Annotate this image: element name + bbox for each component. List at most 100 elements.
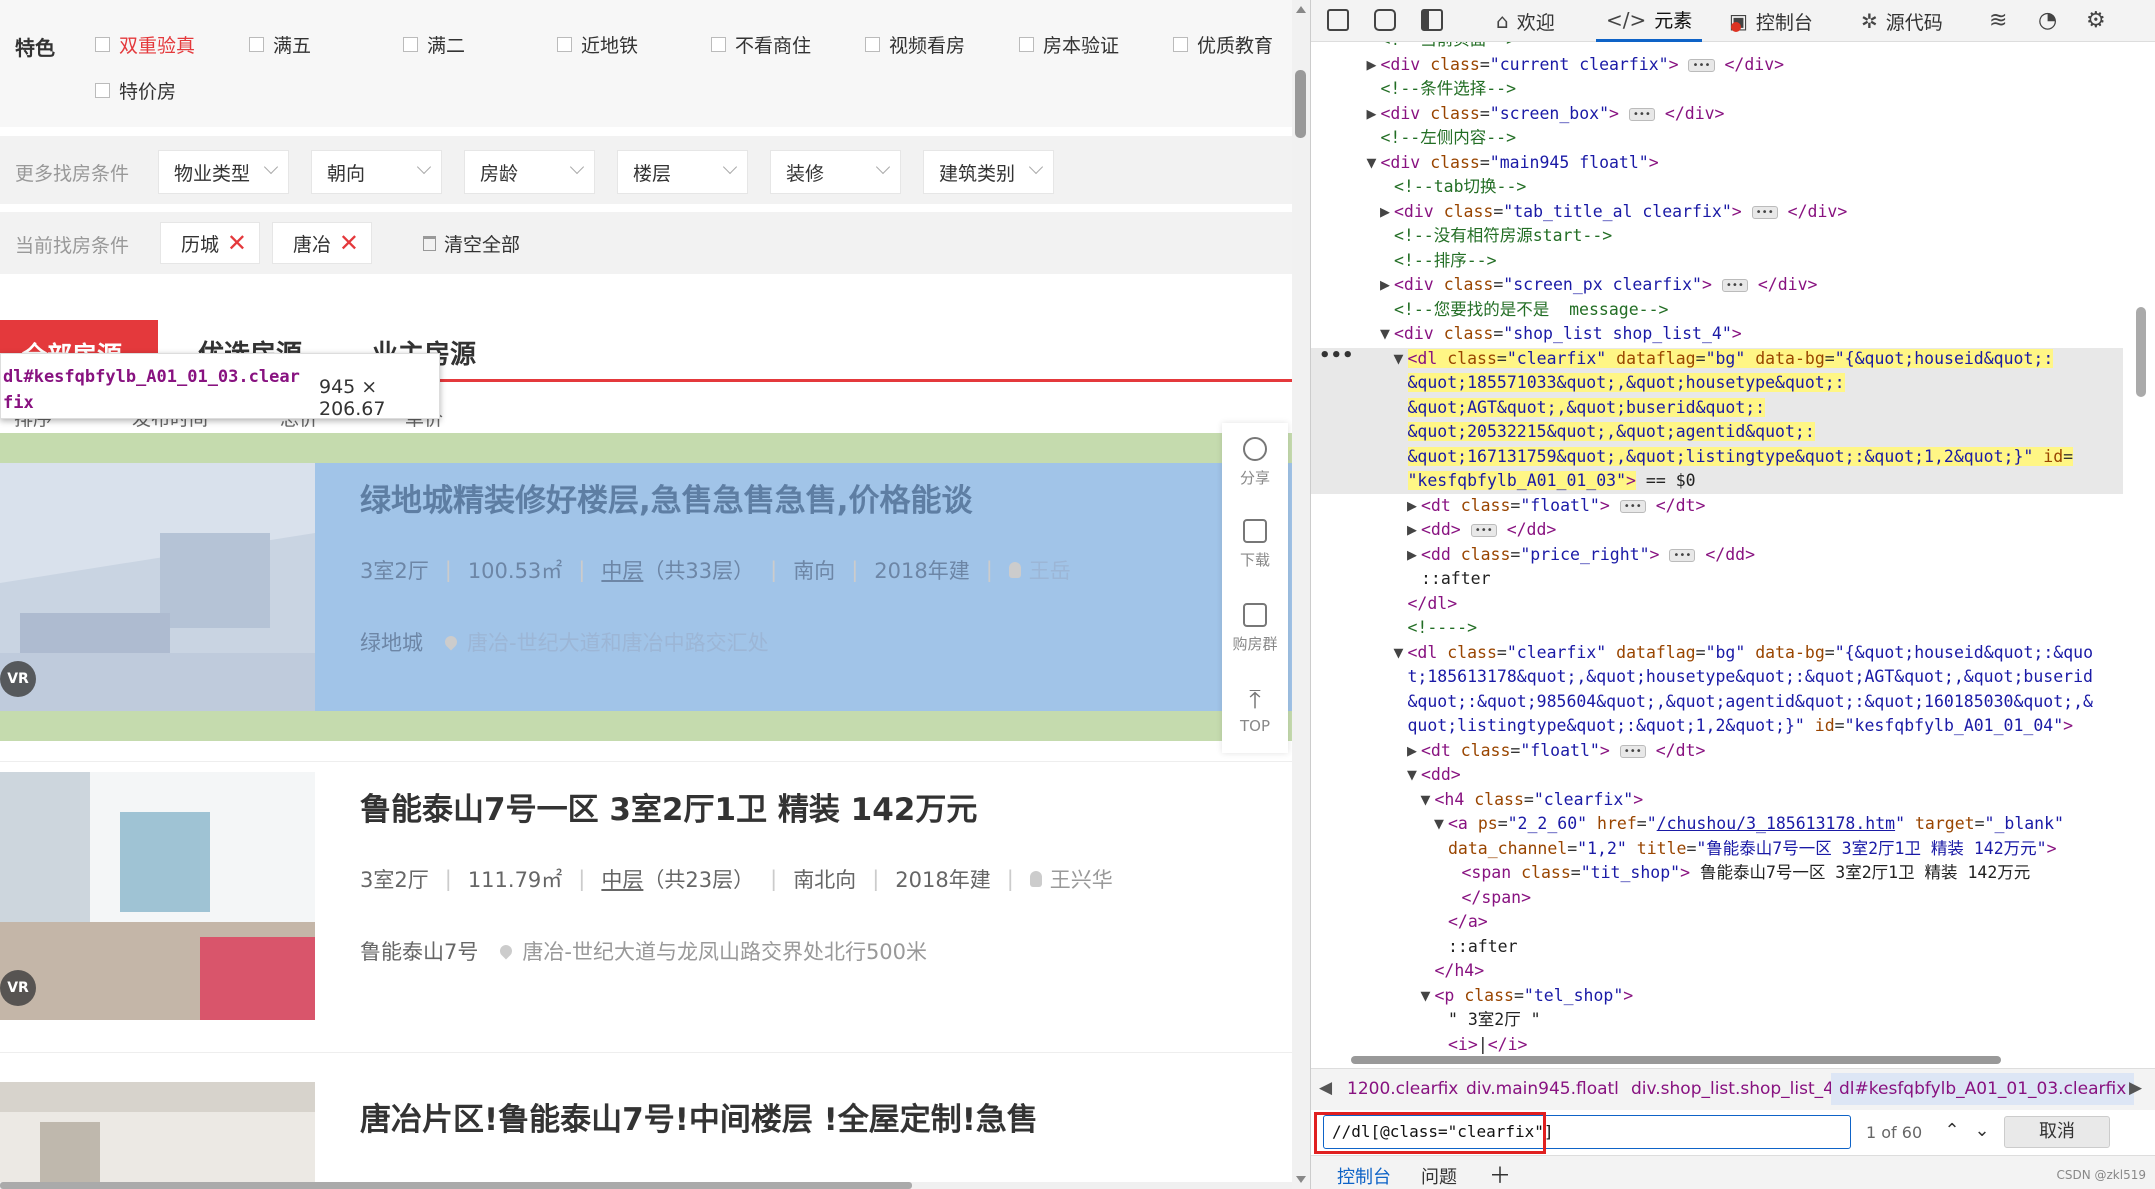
dom-node-line[interactable]: ▶ <div class="tab_title_al clearfix"> •••… (1311, 200, 2123, 225)
dom-node-line[interactable]: <span class="tit_shop"> 鲁能泰山7号一区 3室2厅1卫 … (1311, 861, 2123, 886)
page-vertical-scrollbar[interactable] (1292, 0, 1310, 1189)
filter-checkbox-deed-verified[interactable]: 房本验证 (1019, 31, 1119, 58)
dom-node-line[interactable]: ▶ <dd class="price_right"> ••• </dd> (1311, 543, 2123, 568)
dom-node-line[interactable]: </dl> (1311, 592, 2123, 617)
dropdown-age[interactable]: 房龄 (464, 150, 595, 194)
dom-node-line[interactable]: ▶ <dd> ••• </dd> (1311, 518, 2123, 543)
dom-node-line[interactable]: ▼ <p class="tel_shop"> (1311, 984, 2123, 1009)
dom-node-line[interactable]: ▶ <div class="screen_px clearfix"> ••• </… (1311, 273, 2123, 298)
filter-checkbox-education[interactable]: 优质教育 (1173, 31, 1273, 58)
filter-checkbox-two-years[interactable]: 满二 (403, 31, 465, 58)
dom-node-line[interactable]: <!--排序--> (1311, 249, 2123, 274)
breadcrumb-item[interactable]: div.main945.floatl (1466, 1079, 1619, 1099)
page-horizontal-scrollbar[interactable] (0, 1182, 1292, 1189)
dom-node-line[interactable]: <!--您要找的是不是 message--> (1311, 298, 2123, 323)
breadcrumb-right-arrow[interactable]: ▶ (2129, 1078, 2142, 1098)
dom-horizontal-scrollbar[interactable] (1311, 1054, 2123, 1066)
dom-node-line[interactable]: ▼ <div class="shop_list shop_list_4"> (1311, 322, 2123, 347)
dropdown-building-type[interactable]: 建筑类别 (923, 150, 1054, 194)
previous-match-button[interactable]: ⌃ (1939, 1118, 1965, 1144)
dropdown-orientation[interactable]: 朝向 (311, 150, 442, 194)
filter-checkbox-five-years[interactable]: 满五 (249, 31, 311, 58)
dom-node-line[interactable]: ▼ <div class="main945 floatl"> (1311, 151, 2123, 176)
dom-node-line[interactable]: ▼ <dd> (1311, 763, 2123, 788)
dom-node-line[interactable]: &quot;185571033&quot;,&quot;housetype&qu… (1311, 371, 2123, 396)
dom-node-line[interactable]: ▼ <dl class="clearfix" dataflag="bg" data… (1311, 347, 2123, 372)
breadcrumb-left-arrow[interactable]: ◀ (1319, 1078, 1332, 1098)
dom-node-line[interactable]: <!--当前页面--> (1311, 42, 2123, 53)
dom-node-line[interactable]: ▶ <dt class="floatl"> ••• </dt> (1311, 739, 2123, 764)
dom-node-line[interactable]: data_channel="1,2" title="鲁能泰山7号一区 3室2厅1… (1311, 837, 2123, 862)
dom-node-line[interactable]: quot;listingtype&quot;:&quot;1,2&quot;}"… (1311, 714, 2123, 739)
dom-node-line[interactable]: ▶ <div class="screen_box"> ••• </div> (1311, 102, 2123, 127)
dom-node-line[interactable]: ▶ <div class="current clearfix"> ••• </di… (1311, 53, 2123, 78)
dropdown-property-type[interactable]: 物业类型 (158, 150, 289, 194)
dom-node-line[interactable]: </h4> (1311, 959, 2123, 984)
dom-node-line[interactable]: <!--左侧内容--> (1311, 126, 2123, 151)
dom-node-line[interactable]: <i>|</i> (1311, 1033, 2123, 1055)
dom-node-line[interactable]: ▼ <h4 class="clearfix"> (1311, 788, 2123, 813)
tab-elements[interactable]: </> 元素 (1596, 0, 1703, 42)
device-emulation-icon[interactable] (1374, 9, 1396, 31)
gear-icon[interactable]: ⚙ (2086, 8, 2106, 33)
filter-checkbox-special-price[interactable]: 特价房 (95, 77, 176, 104)
dom-node-line[interactable]: &quot;:&quot;985604&quot;,&quot;agentid&… (1311, 690, 2123, 715)
back-to-top-button[interactable]: ⤒ TOP (1222, 687, 1288, 735)
dom-tree[interactable]: <!--当前页面-->▶<div class="current clearfix… (1311, 42, 2123, 1054)
download-button[interactable]: 下载 (1222, 519, 1288, 570)
listing-title[interactable]: 绿地城精装修好楼层,急售急售急售,价格能谈 (360, 475, 973, 520)
breadcrumb-item-active[interactable]: dl#kesfqbfylb_A01_01_03.clearfix (1831, 1073, 2135, 1105)
dom-node-line[interactable]: &quot;AGT&quot;,&quot;buserid&quot;: (1311, 396, 2123, 421)
wifi-icon[interactable]: ≋ (1989, 8, 2007, 33)
current-tag-tangye[interactable]: 唐冶 ✕ (272, 222, 372, 264)
dom-node-line[interactable]: <!----> (1311, 616, 2123, 641)
next-match-button[interactable]: ⌄ (1969, 1118, 1995, 1144)
dom-node-line[interactable]: t;185613178&quot;,&quot;housetype&quot;:… (1311, 665, 2123, 690)
listing-title[interactable]: 唐冶片区!鲁能泰山7号!中间楼层 !全屋定制!急售 (360, 1094, 1038, 1139)
dom-node-line[interactable]: ::after (1311, 935, 2123, 960)
cancel-search-button[interactable]: 取消 (2004, 1116, 2110, 1148)
remove-icon[interactable]: ✕ (227, 229, 247, 257)
dom-node-line[interactable]: ▼ <a ps="2_2_60" href="/chushou/3_1856131… (1311, 812, 2123, 837)
tab-console[interactable]: ▣ 控制台 (1719, 0, 1823, 42)
tab-welcome[interactable]: ⌂ 欢迎 (1486, 0, 1565, 42)
filter-checkbox-video[interactable]: 视频看房 (865, 31, 965, 58)
buyer-group-button[interactable]: 购房群 (1222, 603, 1288, 654)
dom-vertical-scrollbar[interactable] (2123, 42, 2155, 1052)
dom-node-line[interactable]: </a> (1311, 910, 2123, 935)
listing-item[interactable]: 唐冶片区!鲁能泰山7号!中间楼层 !全屋定制!急售 (0, 1082, 1292, 1189)
filter-checkbox-near-subway[interactable]: 近地铁 (557, 31, 638, 58)
remove-icon[interactable]: ✕ (339, 229, 359, 257)
listing-photo[interactable] (0, 1082, 315, 1189)
listing-title[interactable]: 鲁能泰山7号一区 3室2厅1卫 精装 142万元 (360, 784, 977, 829)
dom-node-line[interactable]: " 3室2厅 " (1311, 1008, 2123, 1033)
dom-node-line[interactable]: &quot;20532215&quot;,&quot;agentid&quot;… (1311, 420, 2123, 445)
dom-node-line[interactable]: &quot;167131759&quot;,&quot;listingtype&… (1311, 445, 2123, 470)
dom-node-line[interactable]: "kesfqbfylb_A01_01_03"> == $0 (1311, 469, 2123, 494)
drawer-tab-console[interactable]: 控制台 (1337, 1163, 1391, 1189)
dom-node-line[interactable]: <!--没有相符房源start--> (1311, 224, 2123, 249)
clear-all-button[interactable]: 清空全部 (423, 230, 520, 257)
drawer-tab-issues[interactable]: 问题 (1421, 1163, 1457, 1189)
share-button[interactable]: 分享 (1222, 437, 1288, 488)
dom-node-line[interactable]: ▶ <dt class="floatl"> ••• </dt> (1311, 494, 2123, 519)
dom-node-line[interactable]: </span> (1311, 886, 2123, 911)
dropdown-decoration[interactable]: 装修 (770, 150, 901, 194)
listing-photo[interactable]: VR (0, 772, 315, 1020)
tab-sources[interactable]: ✲ 源代码 (1851, 0, 1953, 42)
dom-node-line[interactable]: ::after (1311, 567, 2123, 592)
listing-photo[interactable]: VR (0, 463, 315, 711)
inspect-icon[interactable] (1327, 9, 1349, 31)
sidebar-toggle-icon[interactable] (1421, 9, 1443, 31)
dom-node-line[interactable]: ▼ <dl class="clearfix" dataflag="bg" data… (1311, 641, 2123, 666)
filter-checkbox-no-commercial[interactable]: 不看商住 (711, 31, 811, 58)
filter-checkbox-double-verify[interactable]: 双重验真 (95, 31, 195, 58)
breadcrumb-item[interactable]: div.shop_list.shop_list_4 (1631, 1079, 1834, 1099)
dom-node-line[interactable]: <!--条件选择--> (1311, 77, 2123, 102)
breadcrumb-item[interactable]: 1200.clearfix (1347, 1079, 1458, 1099)
current-tag-licheng[interactable]: 历城 ✕ (160, 222, 260, 264)
dropdown-floor[interactable]: 楼层 (617, 150, 748, 194)
performance-icon[interactable]: ◔ (2038, 8, 2057, 33)
dom-node-line[interactable]: <!--tab切换--> (1311, 175, 2123, 200)
listing-item[interactable]: VR 绿地城精装修好楼层,急售急售急售,价格能谈 3室2厅 | 100.53㎡ | … (0, 463, 1292, 711)
